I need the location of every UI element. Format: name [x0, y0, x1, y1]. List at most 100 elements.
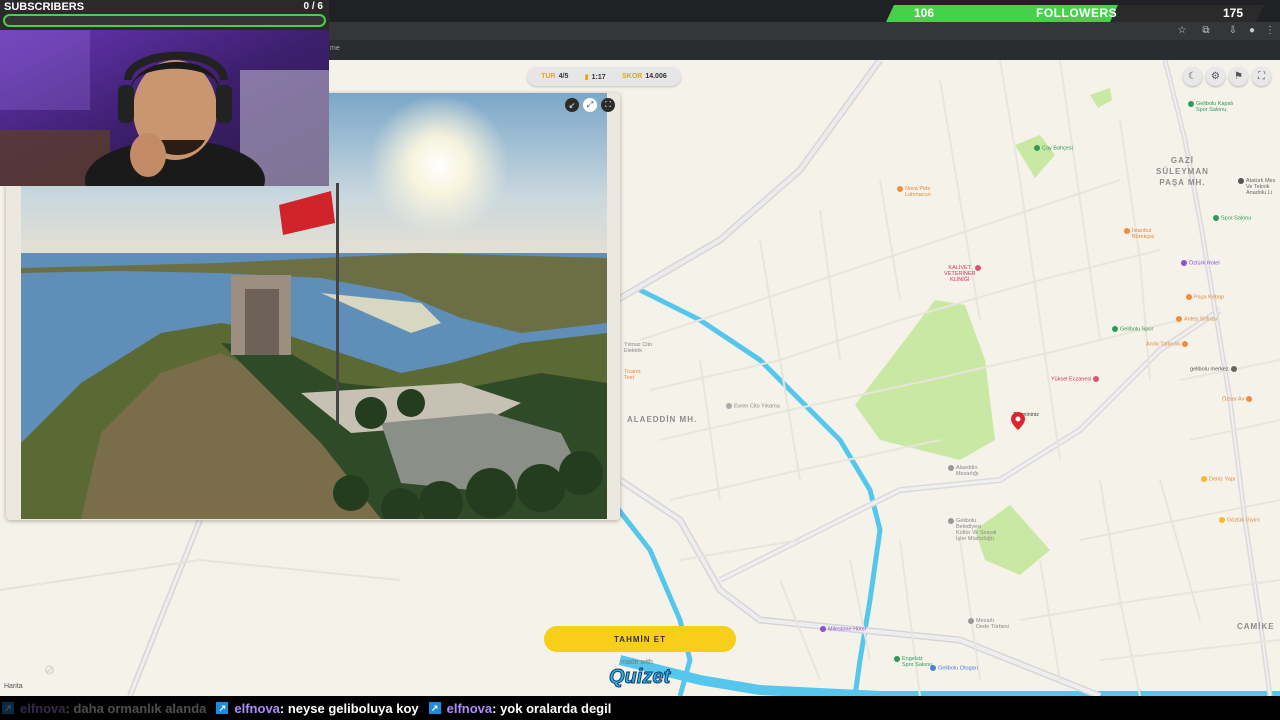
extensions-icon[interactable]: ⧉ — [1200, 25, 1212, 37]
map-poi[interactable]: Ticaret Test — [624, 369, 641, 381]
collapse-icon[interactable]: ↙ — [565, 98, 579, 112]
guess-button[interactable]: TAHMİN ET — [544, 626, 736, 652]
chat-platform-icon: ↗ — [2, 702, 14, 714]
district-label: GAZİ SÜLEYMAN PAŞA MH. — [1156, 156, 1209, 187]
map-poi[interactable]: Gelibolu Otogarı — [930, 665, 978, 671]
map-poi[interactable]: Spor Salonu — [1213, 215, 1251, 221]
bus-station-icon — [930, 665, 936, 671]
map-poi[interactable]: Atatürk Mes Ve Teknik Anadolu Li — [1238, 178, 1275, 196]
chat-platform-icon: ↗ — [216, 702, 229, 714]
map-poi[interactable]: Alaeddin Mezarlığı — [948, 465, 979, 477]
map-pin-icon — [1011, 412, 1025, 430]
round-indicator: TUR 4/5 — [541, 73, 569, 80]
map-poi[interactable]: Gelibolu Belediyesi Kültür Ve Sosyal İşl… — [948, 518, 996, 542]
chat-platform-icon: ↗ — [428, 702, 441, 714]
profile-avatar-icon[interactable]: ● — [1246, 25, 1258, 37]
cemetery-icon — [948, 465, 954, 471]
subscribers-goal: SUBSCRIBERS 0 / 6 — [0, 0, 329, 30]
map-poi[interactable]: Çay Bahçesi — [1034, 145, 1073, 151]
bookmark-item[interactable]: me — [330, 45, 340, 52]
restaurant-icon — [897, 186, 903, 192]
map-poi[interactable]: Deniz Yapı — [1201, 476, 1235, 482]
chat-text: : neyse geliboluya koy — [279, 700, 419, 716]
hotel-icon — [820, 626, 826, 632]
subscribers-count: 0 / 6 — [303, 1, 323, 12]
map-poi[interactable]: Özsar Av — [1222, 396, 1254, 402]
followers-count: 106 — [914, 6, 935, 20]
shop-icon — [1201, 476, 1207, 482]
map-poi[interactable]: Yüksel Eczanesi — [1051, 376, 1101, 382]
flag-icon[interactable]: ⚑ — [1229, 67, 1248, 86]
watermark-logo: ⊘ — [44, 662, 55, 677]
subscribers-label: SUBSCRIBERS — [4, 1, 85, 13]
map-poi[interactable]: İstanbul Börekçisi — [1124, 228, 1154, 240]
highway-road — [598, 60, 883, 314]
guess-marker[interactable]: Tahmininiz — [1011, 412, 1041, 430]
dark-mode-icon[interactable]: ☾ — [1183, 67, 1202, 86]
flag-pole — [336, 183, 339, 423]
timer: ▮ 1:17 — [584, 73, 606, 81]
fullscreen-photo-icon[interactable]: ⛶ — [601, 98, 615, 112]
followers-label: FOLLOWERS — [1036, 6, 1118, 20]
fullscreen-icon[interactable]: ⛶ — [1252, 67, 1271, 86]
expand-icon[interactable]: ⤢ — [583, 98, 597, 112]
map-poi[interactable]: Engelsiz Spor Salonu — [894, 656, 932, 668]
game-hud: TUR 4/5 ▮ 1:17 SKOR 14.006 — [527, 67, 681, 86]
followers-goal-value: 175 — [1223, 6, 1244, 20]
sports-icon — [894, 656, 900, 662]
map-poi[interactable]: KALİVET VETERİNER KLİNİĞİ — [944, 265, 983, 283]
map-poi[interactable]: Mezarlı Dede Türbesi — [968, 618, 1009, 630]
settings-gear-icon[interactable]: ⚙ — [1206, 67, 1225, 86]
webcam-canvas — [0, 30, 329, 186]
map-poi[interactable]: Gelibolu Kapalı Spor Salonu — [1188, 101, 1233, 113]
chat-ticker: ↗ elfnova: daha ormanlık alanda ↗ elfnova: … — [0, 696, 1280, 720]
map-poi[interactable]: Antep Sofrası — [1176, 316, 1217, 322]
bookmark-star-icon[interactable]: ☆ — [1176, 25, 1188, 37]
map-poi[interactable]: Öztürk Hotel — [1181, 260, 1220, 266]
park-icon — [1034, 145, 1040, 151]
followers-goal: 106 FOLLOWERS 175 — [886, 5, 1264, 22]
sports-icon — [1213, 215, 1219, 221]
sports-icon — [1188, 101, 1194, 107]
map-poi[interactable]: Milestone Hotel — [820, 626, 866, 632]
quizet-logo[interactable]: Quizet — [608, 666, 670, 689]
chat-username: elfnova — [234, 700, 280, 716]
chat-text: : daha ormanlık alanda — [65, 700, 207, 716]
chat-message: ↗ elfnova: daha ormanlık alanda — [2, 701, 206, 716]
school-icon — [1238, 178, 1244, 184]
car-wash-icon — [726, 403, 732, 409]
chat-username: elfnova — [20, 700, 66, 716]
map-poi[interactable]: Anda Tatlıcılık — [1146, 341, 1190, 347]
map-toolbar: ☾ ⚙ ⚑ ⛶ — [1183, 67, 1271, 86]
browser-menu-icon[interactable]: ⋮ — [1264, 25, 1276, 37]
map-poi[interactable]: gelibolu merkez — [1190, 366, 1239, 372]
chat-message: ↗ elfnova: neyse geliboluya koy — [216, 700, 419, 716]
restaurant-icon — [1176, 316, 1182, 322]
photo-controls: ↙ ⤢ ⛶ — [565, 98, 615, 112]
chat-username: elfnova — [446, 700, 493, 716]
pharmacy-icon — [1093, 376, 1100, 382]
veterinary-icon — [975, 265, 982, 271]
map-poi[interactable]: Nova Pide Lahmacun — [897, 186, 931, 198]
streamer-webcam — [0, 30, 329, 186]
map-poi[interactable]: Gelibolu Spor — [1112, 326, 1153, 332]
map-poi[interactable]: Paşa Kebap — [1186, 294, 1224, 300]
hourglass-icon: ▮ — [584, 73, 589, 81]
map-poi[interactable]: Gözlük Giyim — [1219, 517, 1260, 523]
district-label: ALAEDDİN MH. — [627, 415, 698, 424]
restaurant-icon — [1186, 294, 1192, 300]
made-with-text: made with — [621, 659, 653, 666]
map-poi[interactable]: Yılmaz Cito Elektrik — [624, 342, 652, 354]
park-area — [855, 300, 995, 460]
district-label: CAMİKE — [1237, 622, 1275, 631]
shrine-icon — [968, 618, 974, 624]
sports-icon — [1112, 326, 1118, 332]
chat-text: : yok oralarda degil — [492, 700, 612, 716]
map-poi[interactable]: Evren Cito Yıkama — [726, 403, 780, 409]
hotel-icon — [1181, 260, 1187, 266]
stream-frame: ☆ ⧉ ⇩ ● ⋮ me GAZİ SÜLEYMAN PAŞA MH. ALAE… — [0, 0, 1280, 720]
park-area — [1015, 135, 1055, 178]
map-attribution: Harita — [4, 683, 23, 690]
subscribers-progress-bar — [3, 14, 326, 27]
downloads-icon[interactable]: ⇩ — [1227, 25, 1239, 37]
